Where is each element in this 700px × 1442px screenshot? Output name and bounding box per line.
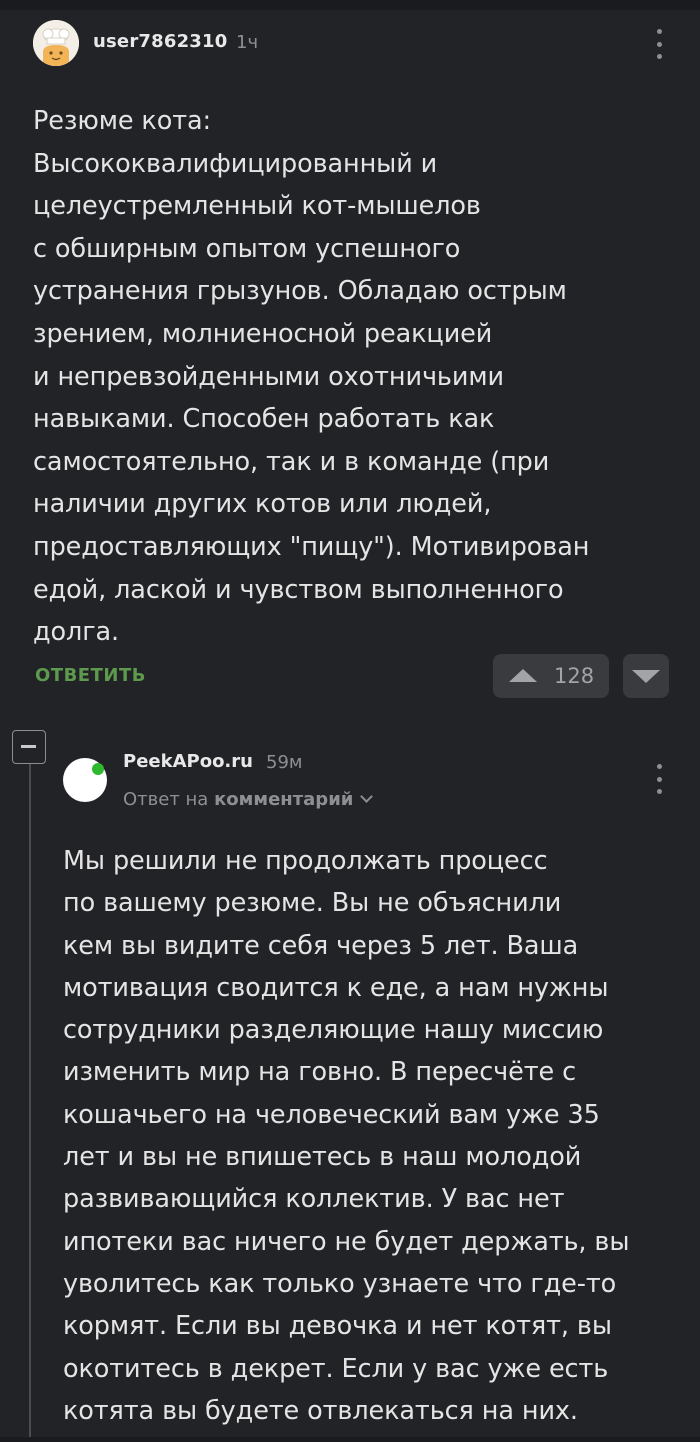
rating-count: 128 — [554, 664, 595, 688]
comment-line: устранения грызунов. Обладаю острым — [33, 276, 567, 307]
comment-time: 1ч — [236, 32, 259, 53]
comment-line: кем вы видите себя через 5 лет. Ваша — [63, 930, 579, 961]
more-options-icon[interactable] — [655, 764, 663, 794]
comment-line: окотитесь в декрет. Если у вас уже есть — [63, 1353, 609, 1384]
reply-to-target[interactable]: комментарий — [214, 789, 353, 810]
comment-line: самостоятельно, так и в команде (при — [33, 446, 550, 477]
comment-body: Мы решили не продолжать процесс по вашем… — [63, 840, 683, 1432]
comment-line: кормят. Если вы девочка и нет котят, вы — [63, 1311, 612, 1342]
chevron-down-icon[interactable] — [360, 790, 374, 803]
comment-line: целеустремленный кот-мышелов — [33, 191, 481, 222]
comment-line: ипотеки вас ничего не будет держать, вы — [63, 1226, 630, 1257]
comment-line: мотивация сводится к еде, а нам нужны — [63, 972, 609, 1003]
comment-line: долга. — [33, 617, 120, 648]
comment-line: кошачьего на человеческий вам уже 35 — [63, 1099, 600, 1130]
more-options-icon[interactable] — [655, 29, 663, 59]
reply-to-label[interactable]: Ответ на комментарий — [123, 789, 374, 810]
comment-line: развивающийся коллектив. У вас нет — [63, 1184, 565, 1215]
arrow-down-icon — [632, 670, 660, 683]
comment-line: изменить мир на говно. В пересчёте с — [63, 1057, 576, 1088]
arrow-up-icon — [509, 669, 537, 682]
comment-line: предоставляющих "пищу"). Мотивирован — [33, 531, 590, 562]
comment-line: Высококвалифицированный и — [33, 148, 438, 179]
comment-line: котята вы будете отвлекаться на них. — [63, 1395, 578, 1426]
comment-line: Мы решили не продолжать процесс — [63, 846, 548, 876]
collapse-thread-button[interactable] — [12, 730, 46, 764]
user-avatar[interactable] — [33, 20, 79, 66]
downvote-button[interactable] — [623, 654, 669, 698]
comment-line: сотрудники разделяющие нашу миссию — [63, 1015, 604, 1046]
chef-hat-avatar-icon — [33, 20, 79, 66]
comment-line: по вашему резюме. Вы не объяснили — [63, 888, 562, 919]
top-divider — [0, 0, 700, 10]
thread-line[interactable] — [29, 764, 31, 1442]
comment-line: едой, лаской и чувством выполненного — [33, 574, 564, 605]
comment-line: Резюме кота: — [33, 106, 211, 136]
comment-line: навыками. Способен работать как — [33, 404, 495, 435]
comment-author[interactable]: user7862310 — [93, 31, 227, 52]
user-avatar[interactable] — [63, 758, 107, 802]
upvote-button[interactable]: 128 — [493, 654, 609, 698]
comment-body: Резюме кота: Высококвалифицированный и ц… — [33, 100, 673, 654]
bottom-divider — [0, 1437, 700, 1442]
comment-line: уволитесь как только узнаете что где-то — [63, 1268, 617, 1299]
comment-line: наличии других котов или людей, — [33, 489, 492, 520]
comment-line: лет и вы не впишетесь в наш молодой — [63, 1142, 582, 1173]
reply-to-prefix: Ответ на — [123, 789, 209, 810]
comment-time: 59м — [266, 752, 303, 773]
online-status-icon — [92, 763, 104, 775]
comment-line: и непревзойденными охотничьими — [33, 361, 504, 392]
reply-button[interactable]: ОТВЕТИТЬ — [35, 665, 146, 686]
comment-line: с обширным опытом успешного — [33, 233, 461, 264]
comment-line: зрением, молниеносной реакцией — [33, 318, 493, 349]
comment-author[interactable]: PeekAPoo.ru — [123, 751, 253, 772]
